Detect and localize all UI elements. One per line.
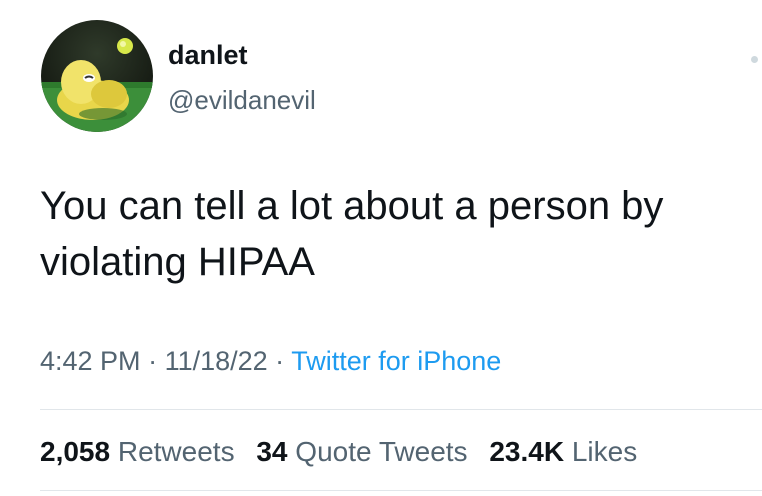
likes-stat[interactable]: 23.4K Likes [489, 436, 637, 467]
avatar-image-icon [41, 20, 153, 132]
quote-tweets-count: 34 [256, 436, 288, 467]
tweet-source-link[interactable]: Twitter for iPhone [291, 346, 501, 376]
retweets-count: 2,058 [40, 436, 111, 467]
likes-count: 23.4K [489, 436, 565, 467]
avatar[interactable] [41, 20, 153, 132]
user-handle[interactable]: @evildanevil [168, 84, 316, 116]
tweet-text-line: You can tell a lot about a person by [40, 184, 664, 228]
divider [40, 409, 762, 410]
quote-tweets-stat[interactable]: 34 Quote Tweets [256, 436, 475, 467]
tweet-card: danlet @evildanevil You can tell a lot a… [0, 0, 762, 496]
quote-tweets-label: Quote Tweets [295, 436, 468, 467]
retweets-label: Retweets [117, 436, 235, 467]
tweet-time[interactable]: 4:42 PM [40, 346, 141, 376]
separator: · [267, 346, 292, 376]
divider [40, 490, 762, 491]
tweet-text-line: violating HIPAA [40, 240, 315, 284]
more-options-icon[interactable] [751, 56, 758, 63]
display-name[interactable]: danlet [168, 38, 248, 72]
tweet-metadata: 4:42 PM · 11/18/22 · Twitter for iPhone [40, 344, 501, 378]
likes-label: Likes [571, 436, 638, 467]
engagement-stats: 2,058 Retweets 34 Quote Tweets 23.4K Lik… [40, 434, 651, 470]
tweet-date[interactable]: 11/18/22 [165, 346, 268, 376]
separator: · [140, 346, 165, 376]
tweet-text: You can tell a lot about a person by vio… [40, 178, 740, 290]
retweets-stat[interactable]: 2,058 Retweets [40, 436, 242, 467]
